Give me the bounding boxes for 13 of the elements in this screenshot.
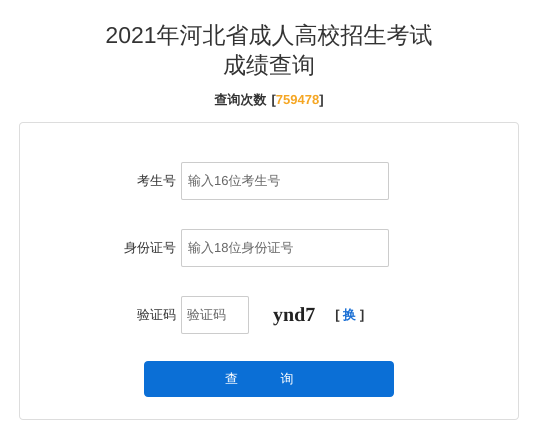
captcha-image: ynd7 <box>273 302 316 328</box>
query-count-value: [759478] <box>271 91 324 109</box>
submit-button[interactable]: 查 询 <box>144 360 394 396</box>
captcha-field[interactable]: 验证码 <box>181 296 249 334</box>
input-field[interactable]: 输入16位考生号 <box>181 162 389 200</box>
page-subtitle: 成绩查询 <box>223 51 315 80</box>
field-label: 考生号 <box>136 172 177 190</box>
field-label: 身份证号 <box>123 238 177 257</box>
refresh-captcha-link[interactable]: [ 换 ] <box>335 304 364 324</box>
page-title: 2021年河北省成人高校招生考试 <box>105 21 433 50</box>
query-count-label: 查询次数 <box>214 91 266 109</box>
field-label: 验证码 <box>136 306 177 324</box>
input-field[interactable]: 输入18位身份证号 <box>181 228 389 266</box>
